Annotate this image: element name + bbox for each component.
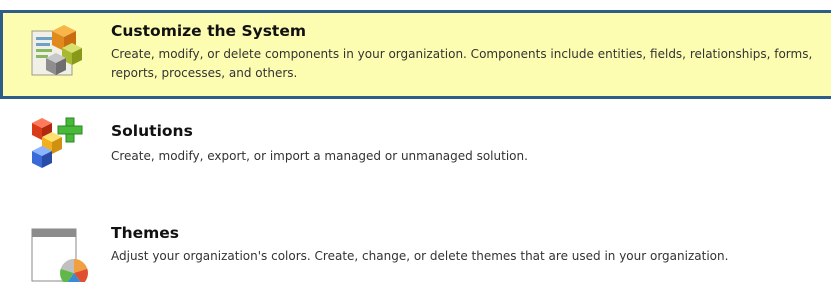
- customize-system-icon: [28, 21, 92, 85]
- customize-system-description: Create, modify, or delete components in …: [111, 47, 813, 80]
- themes-title[interactable]: Themes: [111, 224, 179, 242]
- solutions-icon: [28, 114, 92, 178]
- solutions-title[interactable]: Solutions: [111, 122, 193, 140]
- customization-list: Customize the System Create, modify, or …: [0, 0, 831, 282]
- customize-system-title[interactable]: Customize the System: [111, 22, 306, 40]
- themes-description: Adjust your organization's colors. Creat…: [111, 249, 729, 263]
- customize-system-item[interactable]: Customize the System Create, modify, or …: [0, 10, 831, 99]
- solutions-item[interactable]: Solutions Create, modify, export, or imp…: [0, 112, 831, 182]
- themes-item[interactable]: Themes Adjust your organization's colors…: [0, 218, 831, 282]
- themes-icon: [28, 225, 92, 282]
- solutions-description: Create, modify, export, or import a mana…: [111, 149, 528, 163]
